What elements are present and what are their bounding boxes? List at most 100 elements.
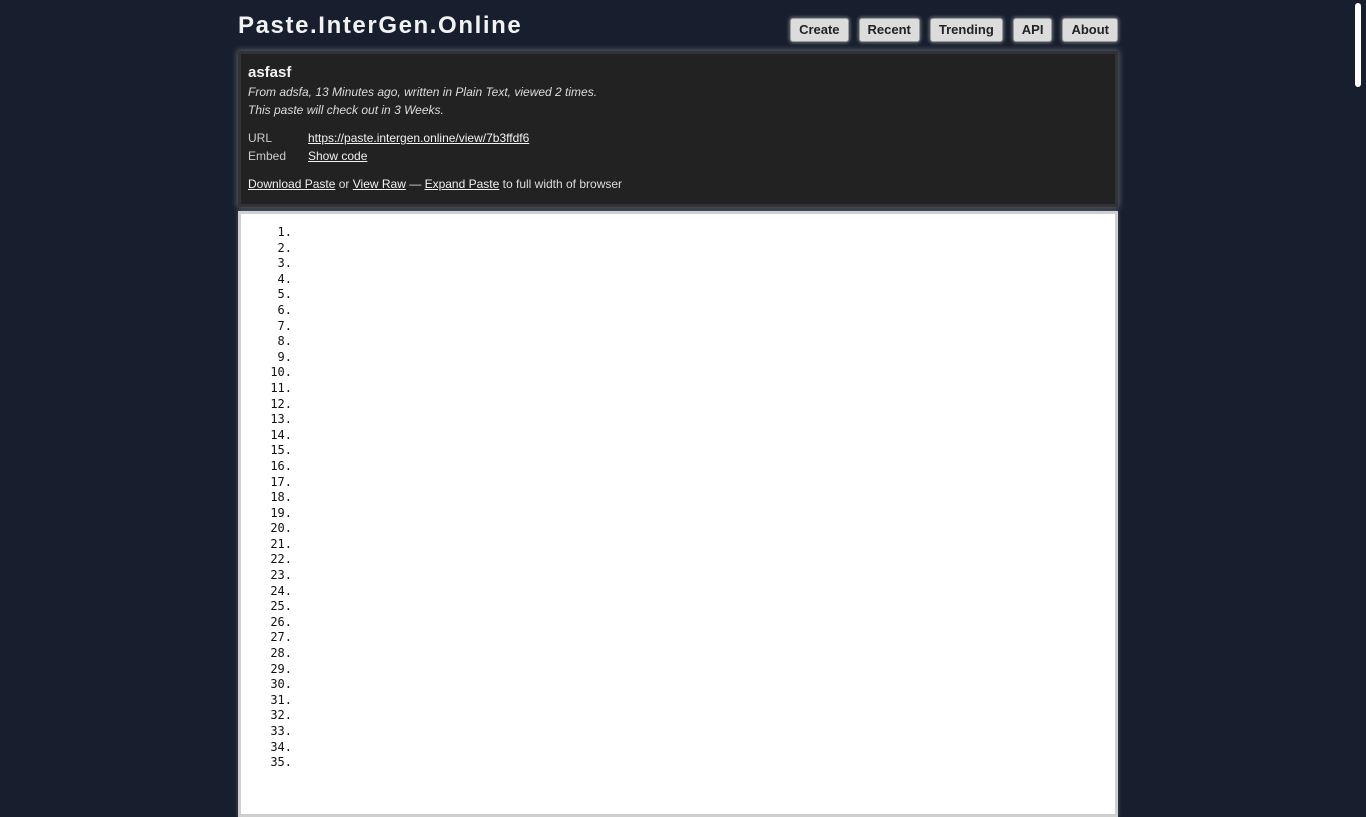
download-paste-link[interactable]: Download Paste <box>248 177 335 191</box>
page-scrollbar[interactable] <box>1351 0 1366 768</box>
scrollbar-thumb[interactable] <box>1355 3 1361 87</box>
dash-text: — <box>409 177 422 191</box>
line-number: 22. <box>270 552 292 567</box>
paste-meta: From adsfa, 13 Minutes ago, written in P… <box>248 85 598 99</box>
paste-expiry: This paste will check out in 3 Weeks. <box>248 103 444 117</box>
code-line: 35. <box>241 755 1115 771</box>
code-line: 34. <box>241 740 1115 756</box>
code-line: 32. <box>241 708 1115 724</box>
show-code-link[interactable]: Show code <box>308 147 367 165</box>
paste-title: asfasf <box>248 64 292 81</box>
code-line: 14. <box>241 428 1115 444</box>
line-number: 17. <box>270 474 292 489</box>
embed-row: Embed Show code <box>248 147 1108 165</box>
line-number: 34. <box>270 739 292 754</box>
line-number: 9. <box>277 349 292 364</box>
main-nav: Create Recent Trending API About <box>780 18 1118 42</box>
code-line: 28. <box>241 646 1115 662</box>
code-line: 7. <box>241 319 1115 335</box>
line-number: 29. <box>270 661 292 676</box>
code-line: 5. <box>241 287 1115 303</box>
line-number: 28. <box>270 646 292 661</box>
line-number: 7. <box>277 318 292 333</box>
line-number: 32. <box>270 708 292 723</box>
line-number: 31. <box>270 692 292 707</box>
nav-create-button[interactable]: Create <box>790 18 849 42</box>
code-line: 22. <box>241 552 1115 568</box>
code-line: 26. <box>241 615 1115 631</box>
site-header: Paste.InterGen.Online Create Recent Trendi… <box>238 0 1118 52</box>
line-number: 30. <box>270 677 292 692</box>
nav-trending-button[interactable]: Trending <box>929 18 1003 42</box>
page-container: Paste.InterGen.Online Create Recent Trendi… <box>238 0 1118 817</box>
code-line: 20. <box>241 521 1115 537</box>
code-line: 13. <box>241 412 1115 428</box>
line-number: 20. <box>270 521 292 536</box>
line-number: 16. <box>270 458 292 473</box>
url-label: URL <box>248 131 273 145</box>
code-line: 27. <box>241 630 1115 646</box>
line-number: 3. <box>277 256 292 271</box>
code-line: 4. <box>241 272 1115 288</box>
line-number: 19. <box>270 505 292 520</box>
code-line: 23. <box>241 568 1115 584</box>
line-number: 27. <box>270 630 292 645</box>
line-number: 23. <box>270 568 292 583</box>
url-row: URL https://paste.intergen.online/view/7… <box>248 129 1108 147</box>
code-line: 11. <box>241 381 1115 397</box>
nav-recent-button[interactable]: Recent <box>858 18 920 42</box>
line-number: 24. <box>270 583 292 598</box>
expand-suffix-text: to full width of browser <box>502 177 623 191</box>
line-number: 33. <box>270 724 292 738</box>
line-number: 13. <box>270 412 292 427</box>
site-logo[interactable]: Paste.InterGen.Online <box>238 11 522 41</box>
code-viewer[interactable]: 1. 2. 3. 4. 5. 6. 7. 8. 9. 10. 11. 12. 13. 14. 15. 16. 1… <box>238 211 1118 817</box>
expand-paste-link[interactable]: Expand Paste <box>425 177 500 191</box>
line-number: 8. <box>277 334 292 349</box>
line-number: 11. <box>270 380 292 395</box>
code-line: 24. <box>241 584 1115 600</box>
paste-url-link[interactable]: https://paste.intergen.online/view/7b3ff… <box>308 129 529 147</box>
code-line: 8. <box>241 334 1115 350</box>
code-line: 33. <box>241 724 1115 740</box>
paste-actions: Download Paste or View Raw — Expand Past… <box>248 175 1108 193</box>
code-line: 31. <box>241 693 1115 709</box>
code-line: 6. <box>241 303 1115 319</box>
code-line: 9. <box>241 350 1115 366</box>
code-line: 3. <box>241 256 1115 272</box>
line-number: 25. <box>270 599 292 614</box>
line-number: 18. <box>270 490 292 505</box>
code-line: 18. <box>241 490 1115 506</box>
line-number: 2. <box>277 240 292 255</box>
code-line: 29. <box>241 662 1115 678</box>
or-text: or <box>338 177 350 191</box>
code-line: 12. <box>241 397 1115 413</box>
line-number: 26. <box>270 614 292 629</box>
code-line: 15. <box>241 443 1115 459</box>
line-number: 15. <box>270 443 292 458</box>
view-raw-link[interactable]: View Raw <box>353 177 406 191</box>
line-number: 35. <box>270 755 292 770</box>
line-number: 14. <box>270 427 292 442</box>
embed-label: Embed <box>248 149 287 163</box>
code-line: 1. <box>241 225 1115 241</box>
code-line: 30. <box>241 677 1115 693</box>
line-number: 4. <box>277 271 292 286</box>
nav-api-button[interactable]: API <box>1012 18 1053 42</box>
code-line: 16. <box>241 459 1115 475</box>
line-number: 12. <box>270 396 292 411</box>
code-line: 21. <box>241 537 1115 553</box>
line-number: 6. <box>277 302 292 317</box>
nav-about-button[interactable]: About <box>1062 18 1118 42</box>
line-number: 21. <box>270 536 292 551</box>
code-line: 25. <box>241 599 1115 615</box>
code-lines-list: 1. 2. 3. 4. 5. 6. 7. 8. 9. 10. 11. 12. 13. 14. 15. 16. 1… <box>241 214 1115 771</box>
line-number: 5. <box>277 287 292 302</box>
code-line: 19. <box>241 506 1115 522</box>
code-line: 10. <box>241 365 1115 381</box>
line-number: 1. <box>277 225 292 239</box>
code-line: 17. <box>241 475 1115 491</box>
paste-info-panel: asfasf From adsfa, 13 Minutes ago, writt… <box>238 51 1118 207</box>
code-line: 2. <box>241 241 1115 257</box>
line-number: 10. <box>270 365 292 380</box>
